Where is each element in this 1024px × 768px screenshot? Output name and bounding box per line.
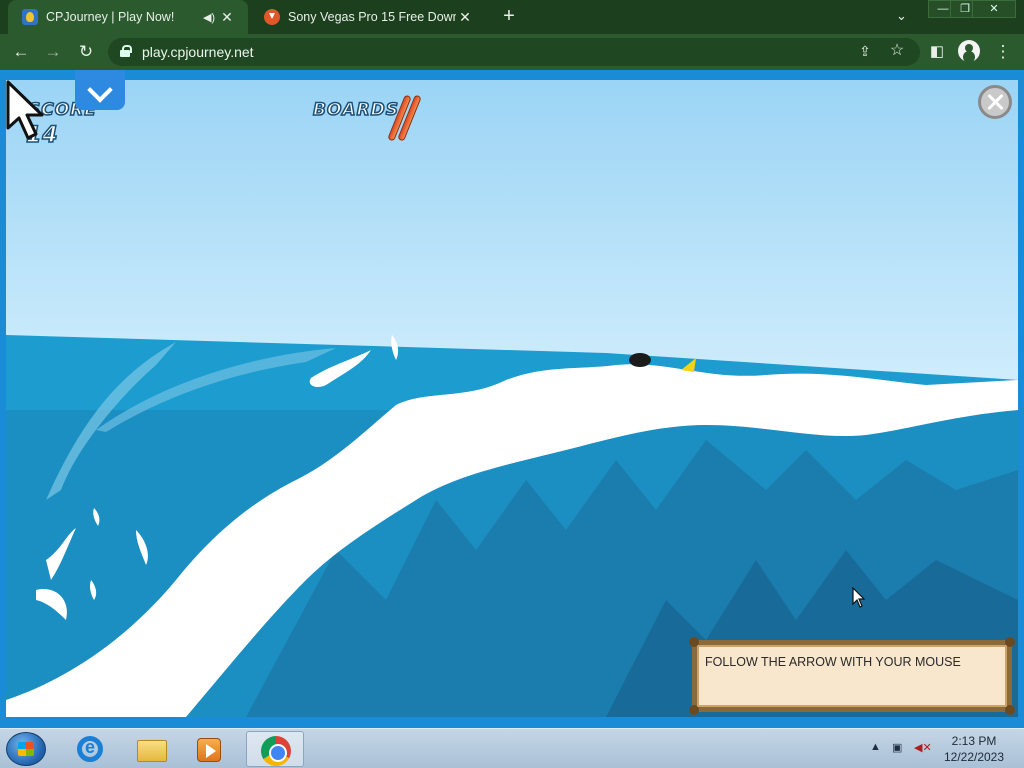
clock-time: 2:13 PM [951, 734, 997, 748]
instruction-message-box: FOLLOW THE ARROW WITH YOUR MOUSE [689, 637, 1015, 715]
close-tab-icon[interactable]: ✕ [456, 9, 474, 26]
forward-arrow-icon[interactable]: → [42, 42, 64, 64]
tab-sony-vegas[interactable]: Sony Vegas Pro 15 Free Downloa ✕ [250, 0, 486, 34]
profile-avatar[interactable] [958, 40, 980, 62]
close-window-button[interactable]: ✕ [972, 0, 1016, 18]
tab-cpjourney[interactable]: CPJourney | Play Now! ◀) ✕ [8, 0, 248, 34]
clock-date: 12/22/2023 [943, 750, 1005, 764]
reload-icon[interactable]: ↻ [75, 42, 97, 64]
side-panel-icon[interactable]: ◧ [926, 42, 948, 64]
taskbar-media-player[interactable] [180, 731, 238, 767]
taskbar-file-explorer[interactable] [122, 731, 180, 767]
taskbar-chrome[interactable] [246, 731, 304, 767]
cpjourney-favicon-icon [22, 9, 38, 25]
bamboo-corner-icon [689, 705, 699, 715]
lock-icon [120, 45, 132, 57]
network-icon[interactable]: ▣ [892, 741, 902, 754]
show-hidden-icons-icon[interactable]: ▲ [870, 741, 881, 753]
bamboo-corner-icon [1005, 637, 1015, 647]
page-viewport: SCORE 14 BOARDS FOLLOW THE ARROW WITH YO… [0, 70, 1024, 728]
collapse-menu-button[interactable] [75, 70, 125, 110]
menu-dots-icon[interactable]: ⋮ [992, 42, 1014, 64]
media-player-icon [197, 738, 221, 762]
boards-label: BOARDS [312, 99, 400, 121]
bookmark-star-icon[interactable]: ☆ [886, 41, 908, 63]
back-arrow-icon[interactable]: ← [10, 42, 32, 64]
download-favicon-icon [264, 9, 280, 25]
url-text: play.cpjourney.net [142, 44, 254, 60]
new-tab-button[interactable]: + [498, 6, 520, 28]
folder-icon [137, 740, 167, 762]
tab-title: CPJourney | Play Now! [46, 10, 175, 24]
browser-toolbar: ← → ↻ play.cpjourney.net ⇪ ☆ ◧ ⋮ [0, 34, 1024, 70]
chrome-icon [261, 736, 291, 766]
share-icon[interactable]: ⇪ [854, 41, 876, 63]
tab-title: Sony Vegas Pro 15 Free Downloa [288, 10, 456, 24]
address-bar[interactable]: play.cpjourney.net ⇪ ☆ [108, 38, 920, 66]
taskbar-internet-explorer[interactable] [60, 731, 118, 767]
start-button[interactable] [6, 732, 46, 766]
game-canvas[interactable]: SCORE 14 BOARDS FOLLOW THE ARROW WITH YO… [6, 80, 1018, 717]
tab-strip: CPJourney | Play Now! ◀) ✕ Sony Vegas Pr… [0, 0, 1024, 34]
ocean-scene [6, 335, 1018, 717]
volume-muted-icon[interactable]: ◀✕ [914, 741, 932, 754]
bamboo-corner-icon [689, 637, 699, 647]
internet-explorer-icon [77, 736, 103, 762]
instruction-text: FOLLOW THE ARROW WITH YOUR MOUSE [705, 655, 961, 669]
arrow-cursor-icon [6, 80, 44, 140]
windows-taskbar: ▲ ▣ ◀✕ 2:13 PM 12/22/2023 [0, 728, 1024, 768]
close-game-button[interactable] [978, 85, 1012, 119]
tab-search-chevron-icon[interactable]: ⌄ [896, 8, 907, 24]
mouse-pointer-icon [852, 587, 866, 608]
bamboo-corner-icon [1005, 705, 1015, 715]
system-clock[interactable]: 2:13 PM 12/22/2023 [940, 733, 1008, 765]
close-tab-icon[interactable]: ✕ [218, 9, 236, 26]
speaker-icon[interactable]: ◀) [200, 11, 218, 24]
